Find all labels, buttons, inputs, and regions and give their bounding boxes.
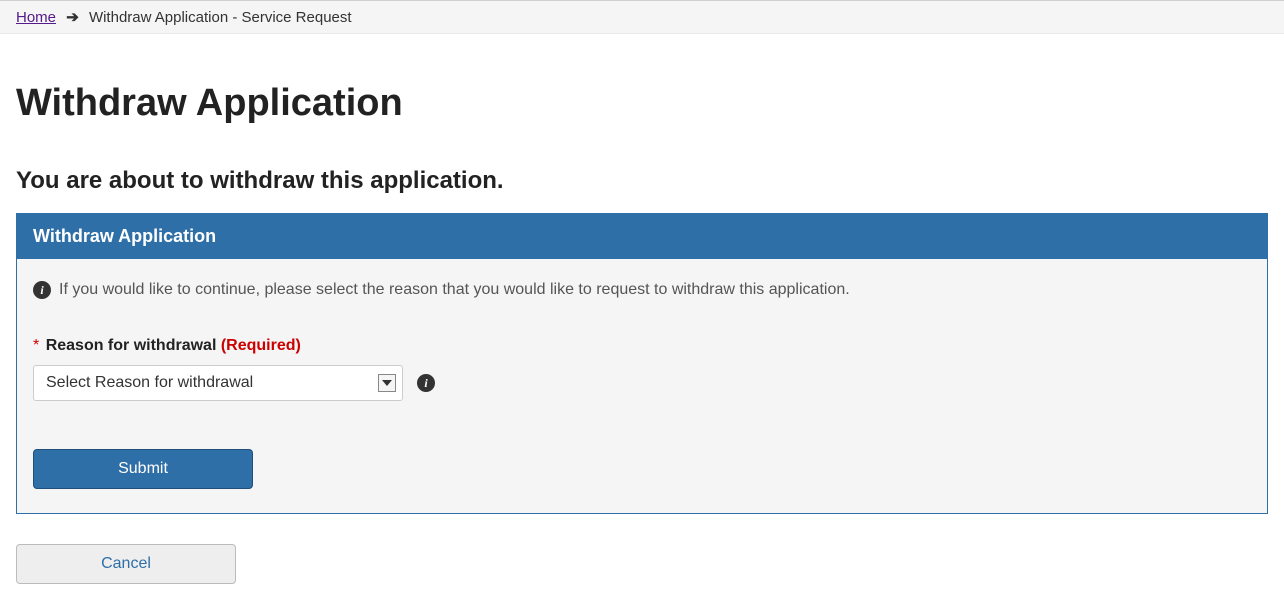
- panel-body: i If you would like to continue, please …: [17, 259, 1267, 513]
- reason-label: Reason for withdrawal: [46, 337, 217, 354]
- reason-label-row: * Reason for withdrawal (Required): [33, 337, 1251, 355]
- page-title: Withdraw Application: [16, 82, 1268, 125]
- required-text: (Required): [221, 337, 301, 354]
- withdraw-panel: Withdraw Application i If you would like…: [16, 213, 1268, 514]
- info-icon: i: [33, 281, 51, 299]
- cancel-button[interactable]: Cancel: [16, 544, 236, 584]
- reason-select[interactable]: Select Reason for withdrawal: [33, 365, 403, 401]
- submit-button[interactable]: Submit: [33, 449, 253, 489]
- breadcrumb-current: Withdraw Application - Service Request: [89, 9, 352, 26]
- info-text: If you would like to continue, please se…: [59, 281, 850, 299]
- reason-select-row: Select Reason for withdrawal i: [33, 365, 1251, 401]
- panel-header: Withdraw Application: [17, 214, 1267, 259]
- breadcrumb: Home ➔ Withdraw Application - Service Re…: [0, 0, 1284, 34]
- reason-select-value: Select Reason for withdrawal: [46, 374, 253, 392]
- breadcrumb-home-link[interactable]: Home: [16, 9, 56, 26]
- help-info-icon[interactable]: i: [417, 374, 435, 392]
- required-asterisk: *: [33, 337, 39, 354]
- info-row: i If you would like to continue, please …: [33, 281, 1251, 299]
- chevron-down-icon: [378, 374, 396, 392]
- arrow-right-icon: ➔: [66, 9, 79, 26]
- page-subtitle: You are about to withdraw this applicati…: [16, 167, 1268, 195]
